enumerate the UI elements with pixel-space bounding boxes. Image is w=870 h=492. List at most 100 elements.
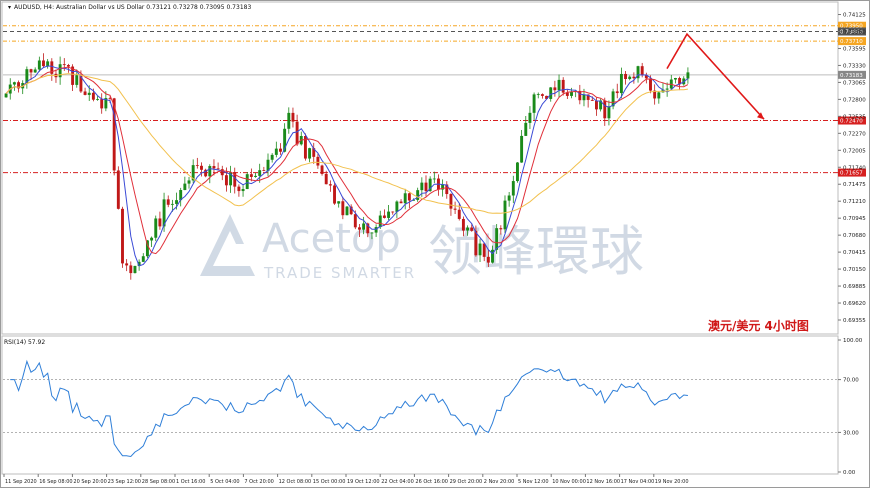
candle-body — [316, 156, 320, 166]
price-tick-label: 0.72800 — [843, 97, 866, 103]
candle-body — [125, 263, 129, 266]
candle-body — [453, 208, 457, 210]
chart-window: Acetop 领峰環球 TRADE SMARTER 0.73950 0.73860… — [0, 0, 870, 488]
candle-body — [549, 87, 553, 99]
rsi-tick-label: 70.00 — [843, 378, 859, 384]
candle-body — [449, 194, 453, 209]
candle-body — [46, 61, 50, 67]
candle-body — [557, 79, 561, 91]
candle-body — [121, 208, 124, 264]
candle-body — [187, 180, 191, 184]
price-tick-label: 0.72270 — [843, 131, 866, 137]
time-tick-label: 23 Sep 12:00 — [108, 479, 141, 485]
candle-body — [241, 189, 245, 192]
candle-body — [478, 243, 482, 256]
candle-body — [96, 99, 100, 100]
candle-body — [216, 168, 220, 170]
candle-body — [333, 185, 336, 204]
candle-body — [262, 170, 266, 171]
candle-body — [553, 87, 557, 91]
candle-body — [528, 112, 532, 123]
time-tick-label: 5 Oct 04:00 — [210, 479, 239, 485]
candle-body — [83, 91, 87, 95]
candle-body — [520, 135, 524, 163]
candle-body — [387, 211, 391, 218]
price-tick-label: 0.71210 — [843, 199, 866, 205]
time-tick-label: 28 Sep 08:00 — [142, 479, 175, 485]
price-tick-label: 0.72535 — [843, 114, 866, 120]
candle-body — [466, 227, 470, 231]
candle-body — [594, 100, 598, 110]
time-tick-label: 15 Oct 00:00 — [313, 479, 346, 485]
candle-body — [249, 174, 253, 177]
price-tick-label: 0.73860 — [843, 29, 866, 35]
candle-body — [524, 122, 528, 136]
candle-body — [615, 91, 619, 94]
price-tick-label: 0.73595 — [843, 46, 866, 52]
candle-body — [91, 92, 95, 100]
candle-body — [170, 203, 174, 205]
candle-body — [407, 193, 411, 201]
candle-body — [607, 106, 611, 119]
candle-body — [673, 78, 677, 80]
candle-body — [245, 174, 249, 190]
candle-body — [220, 169, 224, 176]
candle-body — [403, 193, 407, 204]
time-tick-label: 5 Nov 12:00 — [518, 479, 549, 485]
candle-body — [649, 78, 652, 91]
candle-body — [62, 64, 66, 66]
price-tick-label: 0.73330 — [843, 63, 866, 69]
candle-body — [382, 215, 386, 218]
time-tick-label: 20 Sep 20:00 — [73, 479, 106, 485]
chart-svg: Acetop 领峰環球 TRADE SMARTER 0.739500.73860… — [0, 0, 870, 488]
time-tick-label: 12 Nov 16:00 — [586, 479, 620, 485]
rsi-tick-label: 30.00 — [843, 430, 859, 436]
candle-body — [457, 209, 461, 219]
candle-body — [486, 256, 490, 263]
price-tick-label: 0.70945 — [843, 216, 866, 222]
candle-body — [516, 162, 519, 182]
candle-body — [424, 182, 428, 192]
candle-body — [561, 79, 565, 93]
candle-body — [224, 175, 228, 186]
candle-body — [133, 265, 137, 274]
price-tick-label: 0.69620 — [843, 301, 866, 307]
candle-body — [33, 69, 37, 73]
candle-body — [270, 154, 274, 160]
candle-body — [295, 121, 299, 145]
time-axis: 11 Sep 2020 16 Sep 08:00 20 Sep 20:00 23 Se… — [3, 474, 689, 485]
candle-body — [603, 100, 607, 119]
time-tick-label: 29 Oct 20:00 — [450, 479, 483, 485]
time-tick-label: 2 Nov 20:00 — [484, 479, 515, 485]
candle-body — [665, 88, 669, 90]
chart-header-icon: ▾ — [8, 4, 11, 11]
candle-body — [195, 165, 199, 166]
rsi-tick-label: 100.00 — [843, 338, 863, 344]
candle-body — [42, 60, 45, 67]
candle-body — [590, 99, 594, 101]
candle-body — [166, 199, 170, 205]
candle-body — [495, 228, 499, 250]
candle-body — [237, 186, 241, 192]
candle-body — [208, 166, 212, 177]
price-tick-label: 0.72005 — [843, 148, 866, 154]
candle-body — [420, 182, 424, 191]
time-tick-label: 22 Oct 04:00 — [381, 479, 414, 485]
rsi-tick-label: 0.00 — [843, 470, 856, 476]
candle-body — [657, 92, 661, 99]
candle-body — [470, 227, 474, 231]
candle-body — [378, 215, 382, 228]
candle-body — [279, 148, 282, 152]
candle-body — [345, 206, 349, 216]
candle-body — [358, 227, 361, 230]
rsi-panel-frame — [1, 335, 839, 475]
candle-body — [499, 228, 503, 230]
candle-body — [183, 183, 187, 191]
candle-body — [212, 166, 216, 169]
time-tick-label: 11 Sep 2020 — [5, 479, 37, 485]
candle-body — [254, 175, 257, 177]
candle-body — [374, 227, 378, 233]
price-tick-label: 0.69355 — [843, 318, 866, 324]
candle-body — [320, 165, 324, 174]
candle-body — [324, 173, 328, 185]
